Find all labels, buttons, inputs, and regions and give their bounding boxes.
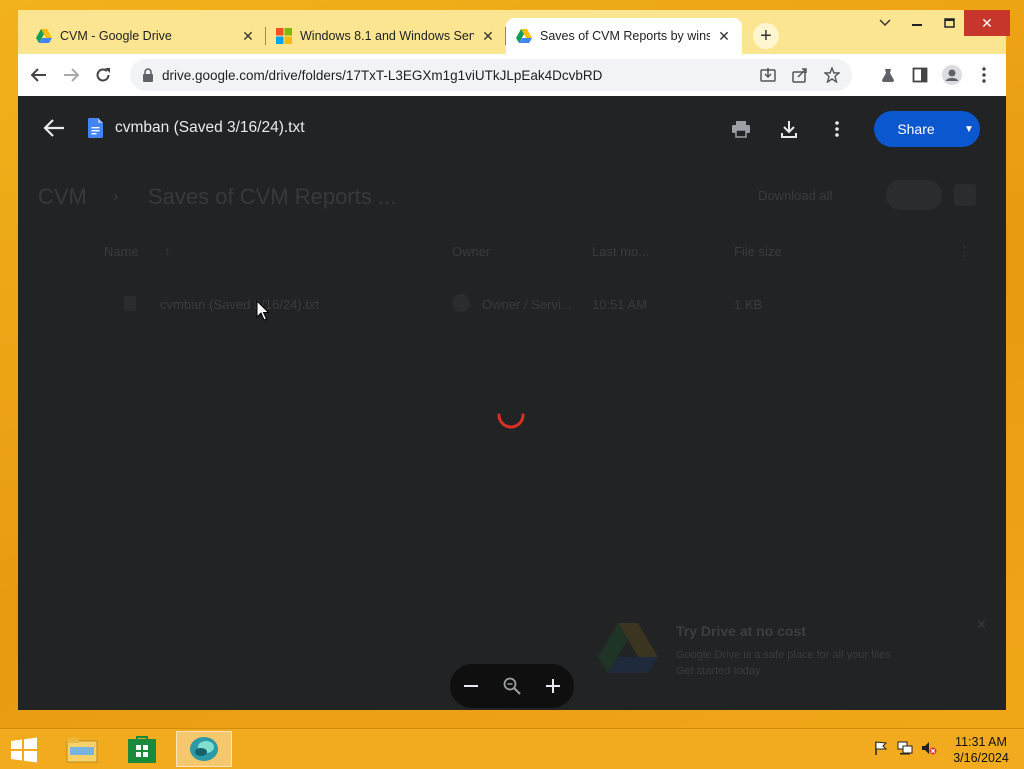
print-icon[interactable] <box>728 116 754 142</box>
promo-close-icon: ✕ <box>976 617 987 632</box>
row-file-name: cvmban (Saved 3/16/24).txt <box>160 297 319 312</box>
lock-icon <box>143 68 153 82</box>
row-owner: Owner / Servi... <box>482 297 572 312</box>
share-label: Share <box>897 121 935 137</box>
address-bar[interactable]: drive.google.com/drive/folders/17TxT-L3E… <box>130 59 852 91</box>
tab-title: Saves of CVM Reports by winse <box>540 29 710 43</box>
close-icon[interactable]: ✕ <box>964 10 1010 36</box>
promo-text-line2: Get started today <box>676 665 761 677</box>
browser-toolbar: drive.google.com/drive/folders/17TxT-L3E… <box>18 54 1006 96</box>
google-drive-icon <box>36 29 52 43</box>
promo-title: Try Drive at no cost <box>676 623 806 639</box>
download-icon[interactable] <box>776 116 802 142</box>
volume-muted-icon[interactable] <box>920 739 938 757</box>
file-row-doc-icon <box>124 296 136 311</box>
tab-windows-81[interactable]: Windows 8.1 and Windows Serv ✕ <box>266 18 506 54</box>
back-arrow-icon[interactable] <box>42 116 68 140</box>
row-size: 1 KB <box>734 297 763 312</box>
windows-store-icon[interactable] <box>114 731 170 767</box>
google-docs-icon <box>88 118 103 138</box>
tab-title: Windows 8.1 and Windows Serv <box>300 29 474 43</box>
clock-time: 11:31 AM <box>955 735 1007 749</box>
promo-card: Try Drive at no cost Google Drive is a s… <box>578 601 987 691</box>
tab-title: CVM - Google Drive <box>60 29 172 43</box>
reload-icon[interactable] <box>90 62 116 88</box>
grid-view-icon <box>954 184 976 206</box>
column-options-icon: ⋮ <box>958 244 971 259</box>
column-owner: Owner <box>452 244 491 259</box>
column-name: Name <box>104 244 139 259</box>
drive-preview-overlay: CVM › Saves of CVM Reports ... Download … <box>18 96 1006 710</box>
url-text: drive.google.com/drive/folders/17TxT-L3E… <box>162 67 603 83</box>
flag-icon[interactable] <box>872 739 890 757</box>
windows-start-icon[interactable] <box>8 736 40 764</box>
chevron-down-icon[interactable] <box>870 10 900 36</box>
close-tab-icon[interactable]: ✕ <box>480 28 496 45</box>
owner-avatar <box>452 294 470 312</box>
google-drive-logo-icon <box>598 623 658 673</box>
profile-icon[interactable] <box>940 63 964 87</box>
file-explorer-icon[interactable] <box>54 731 110 767</box>
clock-date: 3/16/2024 <box>953 751 1009 765</box>
close-tab-icon[interactable]: ✕ <box>716 28 732 45</box>
kebab-menu-icon[interactable] <box>972 63 996 87</box>
share-page-icon[interactable] <box>788 63 812 87</box>
breadcrumb-root: CVM <box>38 184 87 209</box>
list-view-toggle <box>886 180 942 210</box>
share-button[interactable]: Share ▼ <box>874 111 980 147</box>
zoom-out-icon[interactable] <box>456 671 486 701</box>
maximize-icon[interactable] <box>934 10 964 36</box>
close-tab-icon[interactable]: ✕ <box>240 28 256 45</box>
forward-icon[interactable] <box>58 62 84 88</box>
more-options-icon[interactable] <box>824 116 850 142</box>
sort-arrow-icon: ↑ <box>164 244 171 259</box>
minimize-icon[interactable] <box>902 10 932 36</box>
share-dropdown-icon[interactable]: ▼ <box>958 124 980 135</box>
breadcrumb-folder: Saves of CVM Reports ... <box>148 184 397 209</box>
browser-taskbar-icon[interactable] <box>176 731 232 767</box>
tab-strip: CVM - Google Drive ✕ Windows 8.1 and Win… <box>18 10 1010 54</box>
promo-text-line1: Google Drive is a safe place for all you… <box>676 649 891 661</box>
zoom-toolbar <box>450 664 574 708</box>
taskbar-clock[interactable]: 11:31 AM 3/16/2024 <box>946 734 1016 766</box>
zoom-icon[interactable] <box>497 671 527 701</box>
breadcrumb-separator: › <box>113 188 119 205</box>
new-tab-button[interactable]: + <box>753 23 779 49</box>
windows-taskbar: 11:31 AM 3/16/2024 <box>0 728 1024 769</box>
back-icon[interactable] <box>26 62 52 88</box>
preview-file-title: cvmban (Saved 3/16/24).txt <box>115 119 305 136</box>
preview-header: cvmban (Saved 3/16/24).txt Share ▼ <box>18 96 1006 158</box>
tab-saves-of-cvm-reports[interactable]: Saves of CVM Reports by winse ✕ <box>506 18 742 54</box>
install-app-icon[interactable] <box>756 63 780 87</box>
network-icon[interactable] <box>896 739 914 757</box>
browser-window: CVM - Google Drive ✕ Windows 8.1 and Win… <box>18 10 1010 710</box>
zoom-in-icon[interactable] <box>538 671 568 701</box>
bookmark-star-icon[interactable] <box>820 63 844 87</box>
download-all-button: Download all <box>758 188 833 203</box>
microsoft-icon <box>276 28 292 44</box>
google-drive-icon <box>516 29 532 43</box>
loading-spinner-icon <box>497 413 525 429</box>
column-file-size: File size <box>734 244 782 259</box>
side-panel-icon[interactable] <box>908 63 932 87</box>
tab-cvm-google-drive[interactable]: CVM - Google Drive ✕ <box>26 18 266 54</box>
row-modified: 10:51 AM <box>592 297 647 312</box>
column-last-modified: Last mo... <box>592 244 650 259</box>
extension-icon[interactable] <box>876 63 900 87</box>
mouse-cursor-icon <box>256 300 270 321</box>
